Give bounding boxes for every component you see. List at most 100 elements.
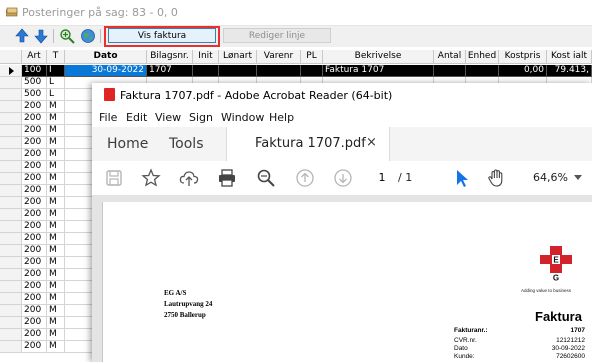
- cell-art[interactable]: 200: [22, 125, 47, 137]
- row-indicator[interactable]: [0, 233, 22, 245]
- acrobat-window[interactable]: Faktura 1707.pdf - Adobe Acrobat Reader …: [92, 83, 592, 362]
- cell-art[interactable]: 200: [22, 173, 47, 185]
- cell-art[interactable]: 200: [22, 257, 47, 269]
- zoom-search-icon[interactable]: [256, 168, 276, 188]
- row-indicator[interactable]: [0, 197, 22, 209]
- column-header-kostpris[interactable]: Kostpris: [499, 50, 547, 64]
- zoom-dropdown-caret-icon[interactable]: [574, 175, 582, 180]
- column-header-varenr[interactable]: Varenr: [257, 50, 301, 64]
- cell-t[interactable]: M: [47, 137, 65, 149]
- cell-t[interactable]: M: [47, 281, 65, 293]
- row-indicator[interactable]: [0, 161, 22, 173]
- cell-art[interactable]: 200: [22, 329, 47, 341]
- page-number-input[interactable]: 1: [370, 169, 394, 187]
- cell-art[interactable]: 200: [22, 221, 47, 233]
- cell-art[interactable]: 200: [22, 317, 47, 329]
- zoom-in-icon[interactable]: [59, 28, 75, 44]
- acrobat-titlebar[interactable]: Faktura 1707.pdf - Adobe Acrobat Reader …: [92, 83, 592, 107]
- cell-t[interactable]: M: [47, 233, 65, 245]
- menu-sign[interactable]: Sign: [189, 111, 213, 124]
- cell-t[interactable]: M: [47, 329, 65, 341]
- cell-t[interactable]: I: [47, 65, 65, 77]
- tab-document[interactable]: Faktura 1707.pdf ×: [226, 127, 390, 162]
- cell-t[interactable]: M: [47, 305, 65, 317]
- cell-art[interactable]: 200: [22, 149, 47, 161]
- column-header-enhed[interactable]: Enhed: [466, 50, 499, 64]
- cell-antal[interactable]: [434, 65, 466, 77]
- cell-lonart[interactable]: [219, 65, 257, 77]
- row-indicator[interactable]: [0, 89, 22, 101]
- zoom-level[interactable]: 64,6%: [533, 171, 568, 184]
- hand-tool-icon[interactable]: [486, 168, 506, 188]
- cell-art[interactable]: 100: [22, 65, 47, 77]
- row-indicator[interactable]: [0, 341, 22, 353]
- row-indicator[interactable]: [0, 125, 22, 137]
- cell-t[interactable]: M: [47, 113, 65, 125]
- cell-art[interactable]: 500: [22, 89, 47, 101]
- row-indicator[interactable]: [0, 281, 22, 293]
- page-down-icon[interactable]: [333, 168, 353, 188]
- cell-t[interactable]: M: [47, 197, 65, 209]
- row-indicator[interactable]: [0, 149, 22, 161]
- cell-art[interactable]: 200: [22, 185, 47, 197]
- cell-art[interactable]: 200: [22, 113, 47, 125]
- cell-t[interactable]: M: [47, 293, 65, 305]
- tab-tools[interactable]: Tools: [169, 136, 204, 152]
- column-header-art[interactable]: Art: [22, 50, 47, 64]
- column-header-init[interactable]: Init: [193, 50, 219, 64]
- row-indicator[interactable]: [0, 101, 22, 113]
- cell-art[interactable]: 200: [22, 269, 47, 281]
- cell-art[interactable]: 200: [22, 245, 47, 257]
- cell-t[interactable]: M: [47, 245, 65, 257]
- cell-dato[interactable]: 30-09-2022: [65, 65, 147, 77]
- cell-t[interactable]: M: [47, 185, 65, 197]
- menu-file[interactable]: File: [99, 111, 117, 124]
- cell-t[interactable]: M: [47, 341, 65, 353]
- row-indicator[interactable]: [0, 329, 22, 341]
- menu-edit[interactable]: Edit: [126, 111, 147, 124]
- row-indicator[interactable]: [0, 65, 22, 77]
- cell-bekrivelse[interactable]: Faktura 1707: [323, 65, 434, 77]
- cell-varenr[interactable]: [257, 65, 301, 77]
- table-row[interactable]: 100 I 30-09-2022 1707 Faktura 1707 0,00 79.413…: [0, 65, 592, 77]
- page-up-icon[interactable]: [295, 168, 315, 188]
- cell-t[interactable]: M: [47, 101, 65, 113]
- cell-enhed[interactable]: [466, 65, 499, 77]
- cell-bilagsnr[interactable]: 1707: [147, 65, 193, 77]
- cell-art[interactable]: 200: [22, 161, 47, 173]
- menu-window[interactable]: Window: [221, 111, 264, 124]
- cell-t[interactable]: L: [47, 77, 65, 89]
- cell-t[interactable]: M: [47, 161, 65, 173]
- column-header-kost-ialt[interactable]: Kost ialt: [547, 50, 592, 64]
- row-indicator[interactable]: [0, 257, 22, 269]
- cell-t[interactable]: M: [47, 125, 65, 137]
- column-header-t[interactable]: T: [47, 50, 65, 64]
- row-indicator[interactable]: [0, 245, 22, 257]
- column-header-antal[interactable]: Antal: [434, 50, 466, 64]
- select-arrow-icon[interactable]: [452, 168, 472, 188]
- menu-view[interactable]: View: [155, 111, 181, 124]
- cell-art[interactable]: 200: [22, 305, 47, 317]
- row-indicator[interactable]: [0, 209, 22, 221]
- cell-art[interactable]: 200: [22, 209, 47, 221]
- rediger-linje-button[interactable]: Rediger linje: [223, 28, 331, 43]
- close-tab-icon[interactable]: ×: [366, 135, 377, 150]
- cell-t[interactable]: M: [47, 257, 65, 269]
- cell-init[interactable]: [193, 65, 219, 77]
- cell-art[interactable]: 200: [22, 293, 47, 305]
- cell-t[interactable]: M: [47, 209, 65, 221]
- cell-t[interactable]: M: [47, 221, 65, 233]
- column-header-bekrivelse[interactable]: Bekrivelse: [323, 50, 434, 64]
- column-header-pl[interactable]: PL: [301, 50, 323, 64]
- column-header-bilagsnr[interactable]: Bilagsnr.: [147, 50, 193, 64]
- row-indicator[interactable]: [0, 185, 22, 197]
- arrow-down-icon[interactable]: [33, 28, 49, 44]
- arrow-up-icon[interactable]: [14, 28, 30, 44]
- cell-t[interactable]: M: [47, 173, 65, 185]
- cell-art[interactable]: 200: [22, 197, 47, 209]
- save-icon[interactable]: [104, 168, 124, 188]
- cell-art[interactable]: 200: [22, 341, 47, 353]
- cell-t[interactable]: L: [47, 89, 65, 101]
- cell-pl[interactable]: [301, 65, 323, 77]
- row-indicator[interactable]: [0, 269, 22, 281]
